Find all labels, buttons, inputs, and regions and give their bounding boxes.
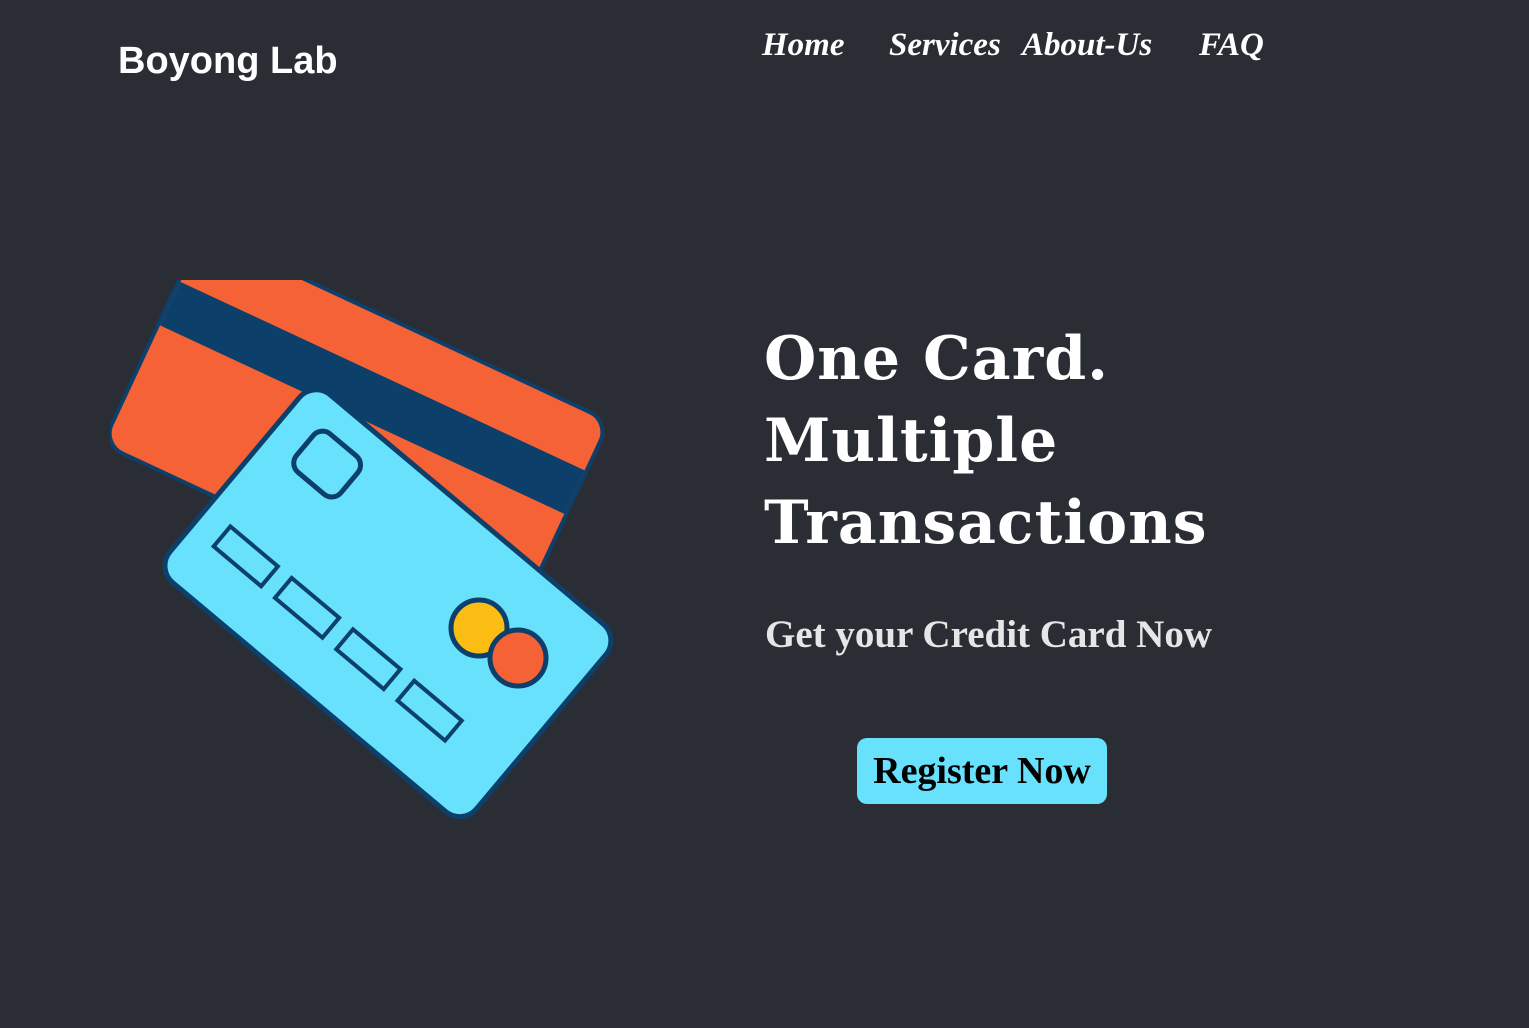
- main-nav: Home Services About-Us FAQ: [0, 24, 1529, 68]
- nav-link-faq[interactable]: FAQ: [1199, 24, 1264, 66]
- credit-cards-icon: [107, 236, 650, 850]
- hero-subheading: Get your Credit Card Now: [765, 613, 1213, 656]
- headline-line-2: Multiple: [764, 406, 1059, 476]
- register-now-button[interactable]: Register Now: [857, 738, 1107, 804]
- nav-link-home[interactable]: Home: [762, 24, 844, 66]
- nav-link-services[interactable]: Services: [889, 24, 1001, 66]
- headline-line-1: One Card.: [764, 324, 1110, 394]
- headline-line-3: Transactions: [764, 488, 1208, 558]
- hero-headline: One Card. Multiple Transactions: [764, 318, 1484, 564]
- nav-link-about-us[interactable]: About-Us: [1022, 24, 1152, 66]
